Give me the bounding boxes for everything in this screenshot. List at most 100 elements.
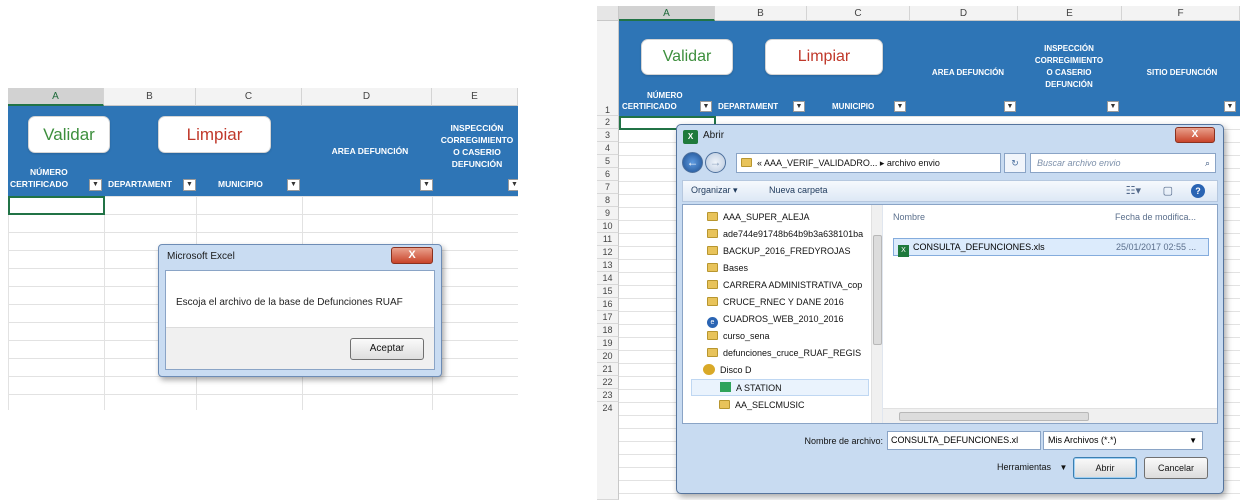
header-numero-line2: CERTIFICADO bbox=[622, 102, 677, 111]
tree-item[interactable]: Disco D bbox=[703, 362, 752, 379]
column-header-a[interactable]: A bbox=[8, 88, 104, 106]
scrollbar-thumb[interactable] bbox=[873, 235, 882, 345]
filter-dropdown-b[interactable]: ▼ bbox=[793, 101, 805, 112]
scrollbar-thumb[interactable] bbox=[899, 412, 1089, 421]
filename-input[interactable]: CONSULTA_DEFUNCIONES.xl bbox=[887, 431, 1041, 450]
help-icon[interactable]: ? bbox=[1191, 184, 1205, 198]
column-fecha[interactable]: Fecha de modifica... bbox=[1115, 212, 1196, 222]
header-departamento: DEPARTAMENT bbox=[718, 102, 779, 111]
dialog-toolbar: Organizar ▾ Nueva carpeta ☷▾ ▢ ? bbox=[682, 180, 1218, 202]
row-header-19[interactable]: 19 bbox=[597, 337, 619, 350]
view-options-icon[interactable]: ☷▾ bbox=[1126, 184, 1141, 197]
preview-pane-icon[interactable]: ▢ bbox=[1163, 184, 1173, 197]
file-row-selected[interactable]: X CONSULTA_DEFUNCIONES.xls 25/01/2017 02:… bbox=[893, 238, 1209, 257]
filter-dropdown-c[interactable]: ▼ bbox=[894, 101, 906, 112]
files-horizontal-scrollbar[interactable] bbox=[883, 408, 1217, 423]
validar-button[interactable]: Validar bbox=[28, 116, 110, 153]
column-nombre[interactable]: Nombre bbox=[893, 212, 925, 222]
abrir-button[interactable]: Abrir bbox=[1073, 457, 1137, 479]
row-header-24[interactable]: 24 bbox=[597, 402, 619, 500]
column-header-e[interactable]: E bbox=[1018, 6, 1122, 21]
row-header-14[interactable]: 14 bbox=[597, 272, 619, 285]
grid-column-line bbox=[104, 196, 105, 410]
row-header-5[interactable]: 5 bbox=[597, 155, 619, 168]
limpiar-button[interactable]: Limpiar bbox=[158, 116, 271, 153]
row-header-6[interactable]: 6 bbox=[597, 168, 619, 181]
tree-item[interactable]: defunciones_cruce_RUAF_REGIS bbox=[707, 345, 861, 362]
row-header-22[interactable]: 22 bbox=[597, 376, 619, 389]
search-input[interactable]: Buscar archivo envio ⌕ bbox=[1030, 153, 1216, 173]
tree-vertical-scrollbar[interactable] bbox=[871, 205, 882, 423]
header-inspeccion-2: CORREGIMIENTO bbox=[440, 135, 514, 145]
column-header-a[interactable]: A bbox=[619, 6, 715, 21]
row-header-23[interactable]: 23 bbox=[597, 389, 619, 402]
organizar-menu[interactable]: Organizar ▾ bbox=[691, 185, 738, 196]
filter-dropdown-a[interactable]: ▼ bbox=[89, 179, 102, 191]
row-header-13[interactable]: 13 bbox=[597, 259, 619, 272]
tree-item[interactable]: BACKUP_2016_FREDYROJAS bbox=[707, 243, 851, 260]
select-all-corner[interactable] bbox=[597, 6, 619, 21]
row-header-3[interactable]: 3 bbox=[597, 129, 619, 142]
herramientas-menu[interactable]: Herramientas ▼ bbox=[997, 462, 1067, 472]
filter-dropdown-c[interactable]: ▼ bbox=[287, 179, 300, 191]
tree-item[interactable]: CARRERA ADMINISTRATIVA_cop bbox=[707, 277, 862, 294]
row-header-17[interactable]: 17 bbox=[597, 311, 619, 324]
selected-cell-a2[interactable] bbox=[8, 196, 105, 215]
column-header-c[interactable]: C bbox=[196, 88, 302, 106]
tree-item[interactable]: e CUADROS_WEB_2010_2016 bbox=[707, 311, 844, 328]
filter-dropdown-f[interactable]: ▼ bbox=[1224, 101, 1236, 112]
back-arrow-icon[interactable]: ← bbox=[682, 152, 703, 173]
row-header-20[interactable]: 20 bbox=[597, 350, 619, 363]
row-header-16[interactable]: 16 bbox=[597, 298, 619, 311]
column-header-b[interactable]: B bbox=[104, 88, 196, 106]
filetype-select[interactable]: Mis Archivos (*.*) ▼ bbox=[1043, 431, 1203, 450]
breadcrumb-text: « AAA_VERIF_VALIDADRO... ▸ archivo envio bbox=[757, 158, 940, 168]
header-inspeccion-2: CORREGIMIENTO bbox=[1034, 56, 1104, 65]
column-header-d[interactable]: D bbox=[910, 6, 1018, 21]
tree-item[interactable]: ade744e91748b64b9b3a638101ba bbox=[707, 226, 863, 243]
row-header-21[interactable]: 21 bbox=[597, 363, 619, 376]
filter-dropdown-a[interactable]: ▼ bbox=[700, 101, 712, 112]
filter-dropdown-b[interactable]: ▼ bbox=[183, 179, 196, 191]
address-breadcrumb[interactable]: « AAA_VERIF_VALIDADRO... ▸ archivo envio bbox=[736, 153, 1001, 173]
row-header-1[interactable]: 1 bbox=[597, 21, 619, 116]
aceptar-button[interactable]: Aceptar bbox=[350, 338, 424, 360]
msgbox-close-button[interactable]: X bbox=[391, 247, 433, 264]
row-header-10[interactable]: 10 bbox=[597, 220, 619, 233]
filter-dropdown-d[interactable]: ▼ bbox=[1004, 101, 1016, 112]
row-header-11[interactable]: 11 bbox=[597, 233, 619, 246]
tree-item[interactable]: curso_sena bbox=[707, 328, 770, 345]
drive-icon bbox=[703, 364, 715, 375]
filter-dropdown-d[interactable]: ▼ bbox=[420, 179, 433, 191]
limpiar-button[interactable]: Limpiar bbox=[765, 39, 883, 75]
filter-dropdown-e[interactable]: ▼ bbox=[1107, 101, 1119, 112]
nueva-carpeta-button[interactable]: Nueva carpeta bbox=[769, 185, 828, 195]
validar-button[interactable]: Validar bbox=[641, 39, 733, 75]
tree-item-label: AA_SELCMUSIC bbox=[735, 400, 805, 410]
tree-item[interactable]: AAA_SUPER_ALEJA bbox=[707, 209, 810, 226]
refresh-icon[interactable]: ↻ bbox=[1004, 153, 1026, 173]
column-header-e[interactable]: E bbox=[432, 88, 518, 106]
row-header-15[interactable]: 15 bbox=[597, 285, 619, 298]
row-header-8[interactable]: 8 bbox=[597, 194, 619, 207]
tree-item[interactable]: Bases bbox=[707, 260, 748, 277]
tree-item[interactable]: CRUCE_RNEC Y DANE 2016 bbox=[707, 294, 844, 311]
cancelar-button[interactable]: Cancelar bbox=[1144, 457, 1208, 479]
row-header-2[interactable]: 2 bbox=[597, 116, 619, 129]
tree-item-selected[interactable]: A STATION bbox=[691, 379, 869, 396]
tree-item-label: defunciones_cruce_RUAF_REGIS bbox=[723, 348, 862, 358]
column-header-b[interactable]: B bbox=[715, 6, 807, 21]
column-header-c[interactable]: C bbox=[807, 6, 910, 21]
row-header-7[interactable]: 7 bbox=[597, 181, 619, 194]
column-header-d[interactable]: D bbox=[302, 88, 432, 106]
row-header-9[interactable]: 9 bbox=[597, 207, 619, 220]
tree-item[interactable]: AA_SELCMUSIC bbox=[719, 397, 805, 414]
row-header-12[interactable]: 12 bbox=[597, 246, 619, 259]
row-header-18[interactable]: 18 bbox=[597, 324, 619, 337]
row-header-4[interactable]: 4 bbox=[597, 142, 619, 155]
dialog-close-button[interactable]: X bbox=[1175, 127, 1215, 143]
filter-dropdown-e[interactable]: ▼ bbox=[508, 179, 518, 191]
forward-arrow-icon[interactable]: → bbox=[705, 152, 726, 173]
xls-file-icon: X bbox=[898, 245, 909, 257]
column-header-f[interactable]: F bbox=[1122, 6, 1240, 21]
